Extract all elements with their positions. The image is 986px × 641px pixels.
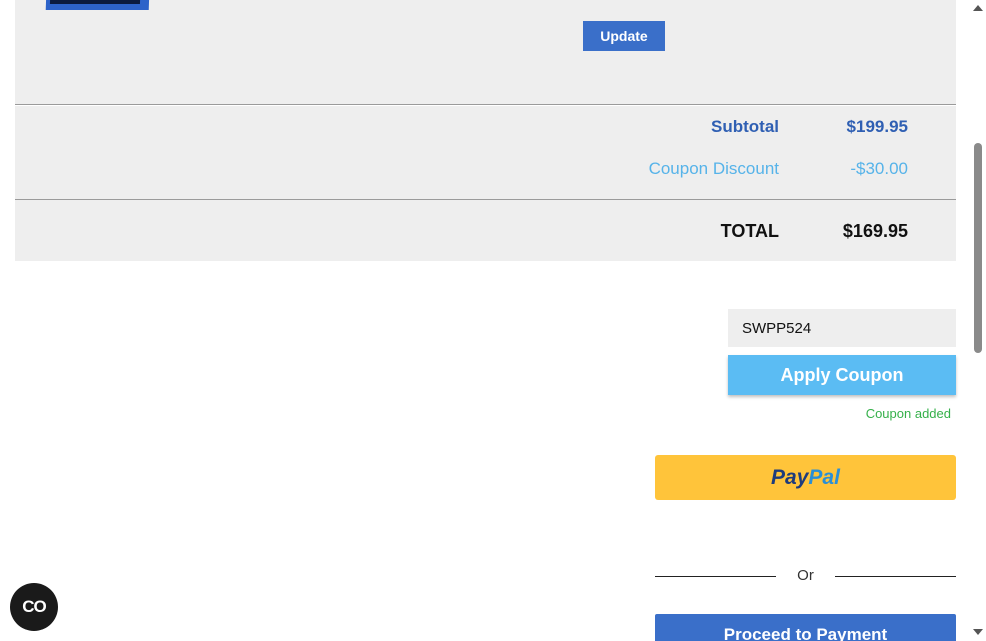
paypal-logo-pal: Pal <box>808 465 840 489</box>
totals-panel: Subtotal $199.95 Coupon Discount -$30.00… <box>15 106 956 261</box>
vertical-scrollbar[interactable] <box>969 0 986 641</box>
total-value: $169.95 <box>842 221 908 241</box>
subtotal-value: $199.95 <box>846 117 908 136</box>
cart-page: Update Subtotal $199.95 Coupon Discount … <box>0 0 986 641</box>
scrollbar-thumb[interactable] <box>974 143 982 353</box>
proceed-to-payment-button[interactable]: Proceed to Payment <box>655 614 956 641</box>
total-label: TOTAL <box>720 221 779 241</box>
totals-divider <box>15 199 956 200</box>
chevron-up-icon[interactable] <box>973 5 983 11</box>
update-button[interactable]: Update <box>583 21 665 51</box>
coupon-code-input[interactable] <box>728 309 956 347</box>
product-image <box>49 0 141 4</box>
paypal-button[interactable]: Pay Pal <box>655 455 956 500</box>
coupon-discount-value: -$30.00 <box>850 159 908 178</box>
chat-bubble-icon[interactable]: CO <box>10 583 58 631</box>
apply-coupon-button[interactable]: Apply Coupon <box>728 355 956 395</box>
or-divider-right-line <box>835 576 956 577</box>
chevron-down-icon[interactable] <box>973 629 983 635</box>
subtotal-label: Subtotal <box>711 117 779 136</box>
product-thumbnail[interactable] <box>45 0 150 10</box>
or-divider-left-line <box>655 576 776 577</box>
or-divider-text: Or <box>797 567 814 584</box>
chat-badge-text: CO <box>22 597 46 616</box>
paypal-logo-pay: Pay <box>771 465 809 489</box>
coupon-discount-label: Coupon Discount <box>648 159 779 178</box>
cart-item-panel: Update <box>15 0 956 105</box>
coupon-status-message: Coupon added <box>865 406 951 421</box>
